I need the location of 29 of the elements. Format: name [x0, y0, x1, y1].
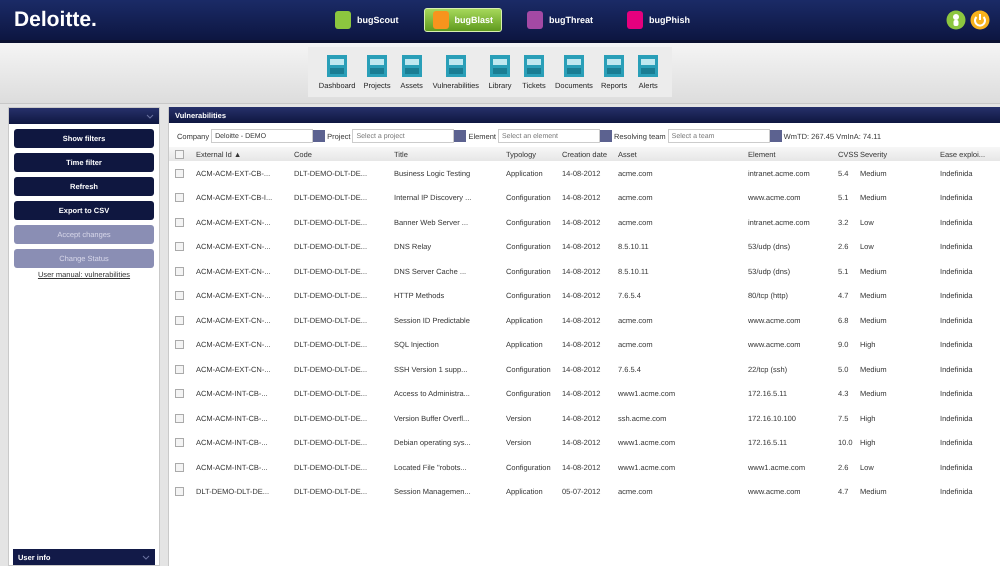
checkbox[interactable]	[175, 193, 184, 202]
dropdown-icon[interactable]	[313, 130, 326, 142]
checkbox[interactable]	[175, 487, 184, 496]
checkbox[interactable]	[175, 462, 184, 472]
checkbox[interactable]	[175, 414, 184, 423]
power-icon[interactable]	[970, 10, 990, 30]
checkbox[interactable]	[175, 242, 184, 252]
dropdown-icon[interactable]	[600, 130, 612, 142]
checkbox[interactable]	[175, 291, 184, 300]
chevron-icon	[142, 554, 150, 560]
app-tab[interactable]: bugPhish	[618, 8, 700, 32]
checkbox[interactable]	[175, 150, 184, 158]
checkbox[interactable]	[175, 316, 184, 325]
checkbox[interactable]	[175, 364, 184, 374]
document-icon	[521, 53, 547, 79]
user-icon[interactable]	[946, 10, 966, 30]
logo: Deloitte.	[14, 8, 98, 32]
app-tab[interactable]: bugScout	[326, 8, 408, 32]
dropdown-icon[interactable]	[454, 130, 466, 142]
checkbox[interactable]	[175, 168, 184, 178]
checkbox[interactable]	[175, 218, 184, 227]
checkbox[interactable]	[175, 266, 184, 276]
checkbox[interactable]	[175, 389, 184, 398]
checkbox[interactable]	[175, 438, 184, 448]
dropdown-icon[interactable]	[770, 130, 782, 142]
chevron-icon	[146, 112, 154, 120]
app-tab[interactable]: bugThreat	[518, 8, 602, 32]
checkbox[interactable]	[175, 340, 184, 350]
document-icon	[487, 53, 513, 79]
